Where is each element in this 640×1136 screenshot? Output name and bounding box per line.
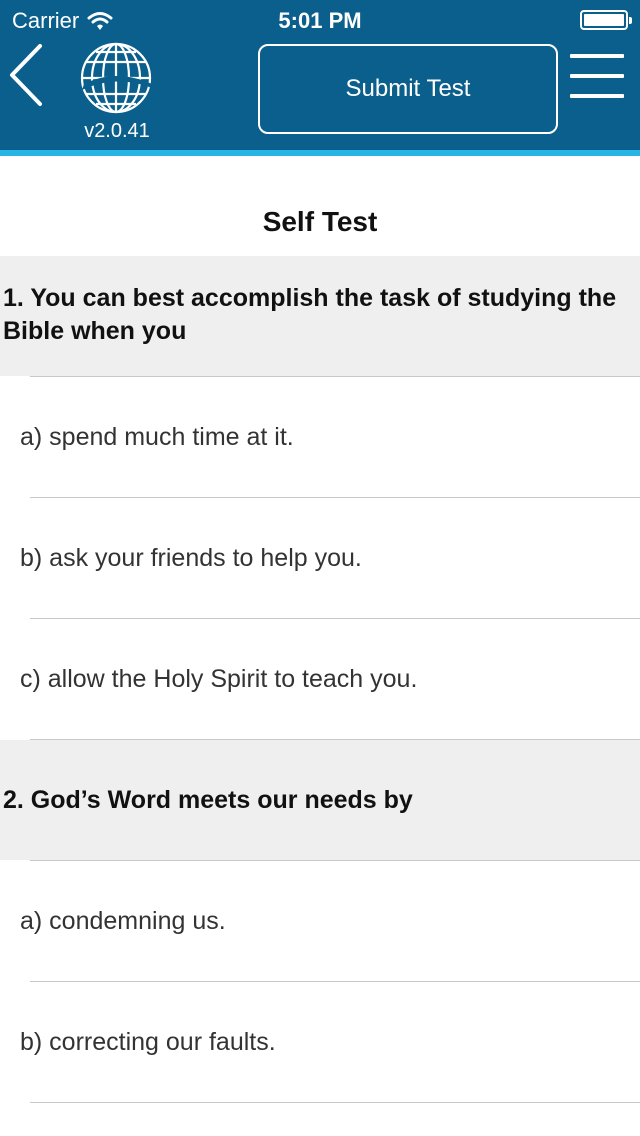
hamburger-menu-icon[interactable]: [570, 54, 626, 102]
question-2-option-b[interactable]: b) correcting our faults.: [0, 982, 640, 1102]
separator: [30, 1102, 640, 1103]
question-1-option-a[interactable]: a) spend much time at it.: [0, 377, 640, 497]
question-1-option-c[interactable]: c) allow the Holy Spirit to teach you.: [0, 619, 640, 739]
status-bar: Carrier 5:01 PM: [0, 0, 640, 40]
question-1-option-b[interactable]: b) ask your friends to help you.: [0, 498, 640, 618]
app-version: v2.0.41: [84, 120, 150, 142]
page-title: Self Test: [262, 206, 378, 237]
battery-icon: [580, 10, 632, 30]
submit-test-button[interactable]: Submit Test: [258, 44, 558, 134]
back-chevron-icon[interactable]: [6, 42, 50, 108]
question-1: 1. You can best accomplish the task of s…: [0, 256, 640, 376]
status-time: 5:01 PM: [278, 8, 362, 33]
question-list: 1. You can best accomplish the task of s…: [0, 256, 640, 1103]
question-2: 2. God’s Word meets our needs by: [0, 740, 640, 860]
header-accent-stripe: [0, 150, 640, 156]
question-2-option-a[interactable]: a) condemning us.: [0, 861, 640, 981]
globe-logo-icon: [80, 42, 152, 114]
